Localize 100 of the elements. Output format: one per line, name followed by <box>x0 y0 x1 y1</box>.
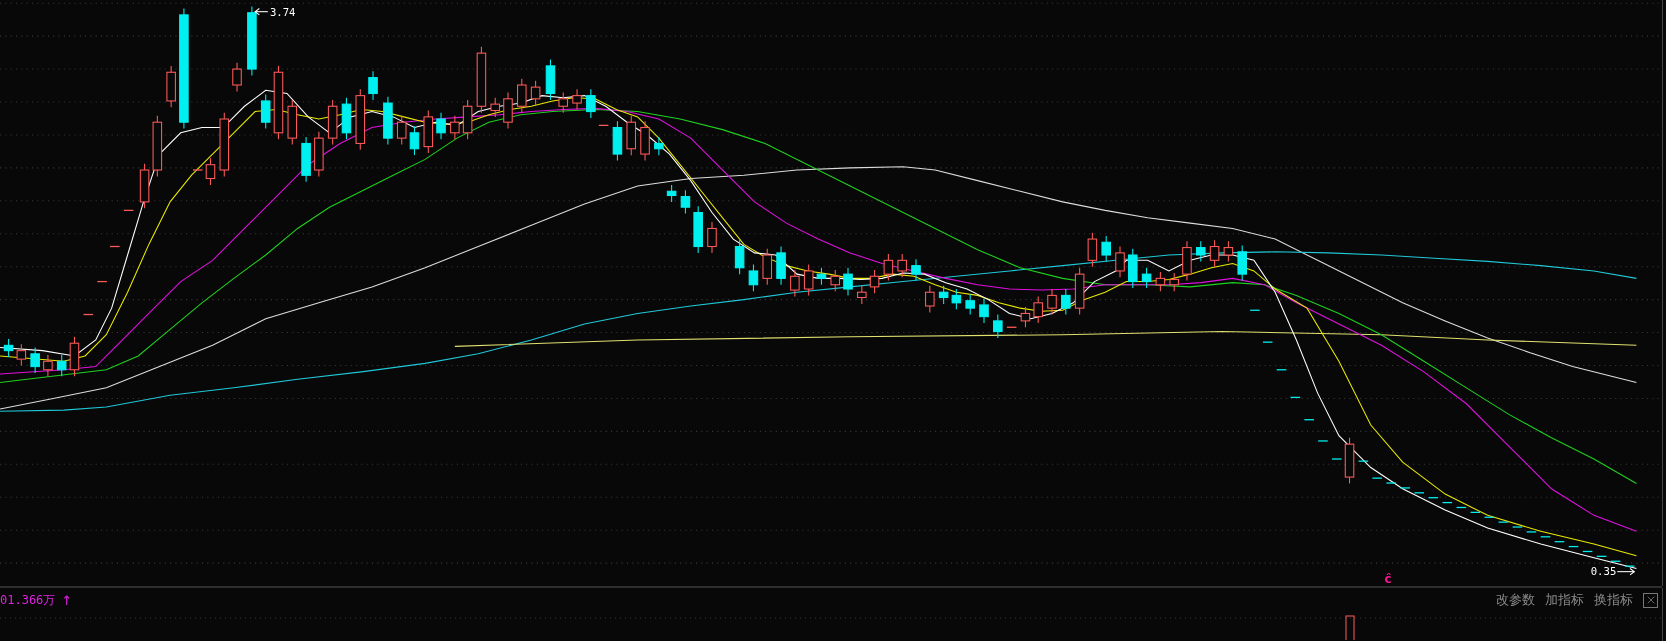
candlestick <box>219 112 230 177</box>
candlestick <box>748 264 759 292</box>
candlestick <box>1289 396 1301 399</box>
candlestick <box>476 46 487 114</box>
candlestick <box>572 88 582 110</box>
candlestick <box>1317 440 1329 442</box>
candlestick <box>1399 487 1411 489</box>
candlestick <box>1610 560 1621 562</box>
candlestick <box>1223 240 1234 262</box>
candlestick <box>1141 267 1152 289</box>
candlestick <box>762 248 773 286</box>
signal-mark: ĉ <box>1384 572 1392 586</box>
candlestick <box>82 313 94 316</box>
candlestick <box>586 88 596 119</box>
candlestick <box>1512 526 1523 528</box>
indicator-button[interactable]: 改参数 <box>1496 591 1535 609</box>
close-button[interactable] <box>1643 592 1658 608</box>
candlestick <box>897 253 907 278</box>
volume-bar <box>1345 615 1355 640</box>
candlestick <box>734 239 745 275</box>
candlestick <box>1303 419 1315 421</box>
candlestick <box>462 99 473 140</box>
candlestick <box>1061 288 1071 316</box>
candlestick <box>56 354 67 377</box>
candlestick <box>1441 501 1453 504</box>
candlestick <box>1554 541 1565 543</box>
candlestick <box>1006 326 1018 328</box>
candlestick <box>30 346 40 374</box>
candlestick <box>1540 536 1551 538</box>
candlestick <box>1276 369 1287 371</box>
candlestick <box>166 65 176 108</box>
candlestick <box>123 209 135 212</box>
candlestick <box>1427 497 1439 499</box>
candlestick <box>139 163 150 209</box>
indicator-button[interactable]: 加指标 <box>1545 591 1584 609</box>
candlestick <box>666 184 677 203</box>
candlestick <box>287 99 298 146</box>
candlestick <box>450 115 460 140</box>
high-price-label: 3.74 <box>269 5 296 19</box>
candlestick <box>1371 477 1383 479</box>
candlestick <box>993 314 1003 339</box>
candlestick <box>383 96 393 146</box>
candlestick <box>109 245 121 248</box>
candlestick <box>857 285 867 305</box>
candlestick <box>1074 267 1085 316</box>
candlestick <box>1169 272 1179 292</box>
candlestick <box>1087 232 1098 268</box>
candlestick <box>232 62 242 92</box>
low-price-label: 0.35 <box>1590 564 1617 578</box>
indicator-button[interactable]: 换指标 <box>1594 591 1633 609</box>
candlestick <box>1385 482 1397 484</box>
candlestick <box>869 269 880 294</box>
candlestick <box>830 269 841 292</box>
candlestick <box>43 354 53 377</box>
candlestick <box>843 267 853 296</box>
candlestick <box>707 221 717 254</box>
candlestick <box>247 5 257 76</box>
candlestick <box>1357 460 1369 462</box>
candlestick <box>883 253 894 282</box>
candlestick <box>327 99 338 146</box>
candlestick <box>1568 545 1579 548</box>
volume-reading: 01.366万 <box>0 591 56 609</box>
candlestick <box>925 285 935 313</box>
candlestick <box>436 112 446 140</box>
candlestick <box>612 120 623 161</box>
candlestick <box>558 91 568 114</box>
candlestick <box>1155 271 1166 292</box>
candlestick <box>301 136 311 183</box>
candlestick <box>96 280 108 283</box>
candlestick <box>1020 306 1031 328</box>
candlestick <box>1497 521 1509 523</box>
candlestick <box>1047 288 1057 316</box>
candlestick <box>152 115 163 177</box>
candlestick <box>1115 246 1125 278</box>
candlestick <box>503 91 513 130</box>
candlestick <box>816 267 827 286</box>
candlestick <box>314 131 324 177</box>
candlestick <box>640 120 650 161</box>
candlestick <box>517 78 527 114</box>
candlestick <box>355 88 366 151</box>
candlestick <box>490 97 500 118</box>
candlestick <box>69 336 80 377</box>
candlestick <box>3 338 14 358</box>
candlestick <box>938 285 949 305</box>
candlestick <box>1262 341 1274 343</box>
candlestick <box>979 298 989 324</box>
candlestick <box>341 97 352 140</box>
trend-arrow: ↑ <box>61 592 73 608</box>
candlestick <box>1413 492 1425 494</box>
candlestick <box>545 58 556 101</box>
candlestick <box>776 246 786 286</box>
candlestick <box>1455 506 1467 509</box>
candlestick <box>16 343 27 367</box>
candlestick <box>530 80 541 106</box>
candlestick <box>790 269 800 297</box>
candlestick <box>911 258 921 282</box>
candlestick <box>423 110 434 154</box>
candlestick <box>654 136 664 156</box>
candlestick <box>1582 550 1593 553</box>
candlestick <box>396 115 407 146</box>
